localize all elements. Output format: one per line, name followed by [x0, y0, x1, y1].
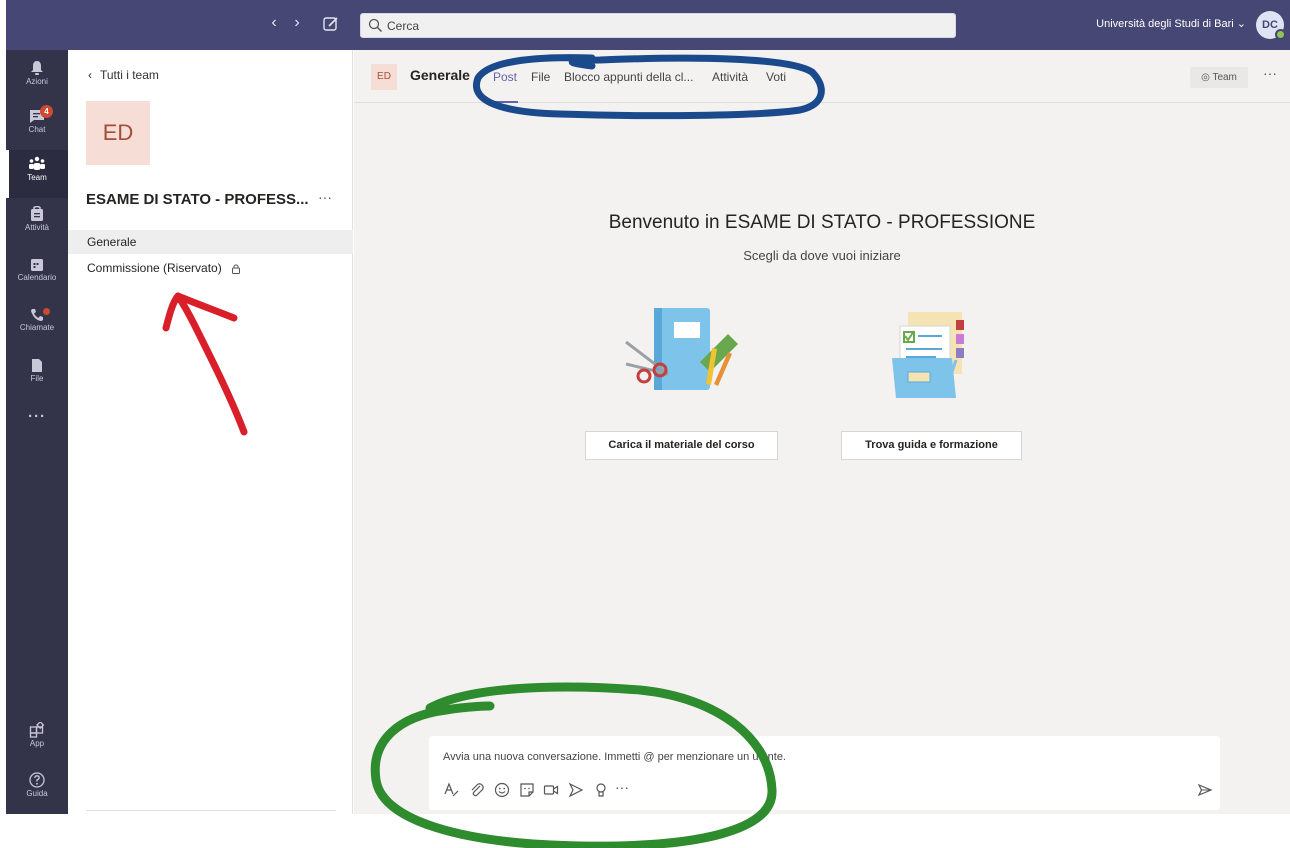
calls-notification-dot	[43, 308, 50, 315]
rail-label: Team	[27, 173, 47, 182]
rail-item-azioni[interactable]: Azioni	[6, 54, 68, 102]
welcome-title: Benvenuto in ESAME DI STATO - PROFESSION…	[608, 212, 1036, 233]
upload-course-material-button[interactable]: Carica il materiale del corso	[585, 431, 778, 460]
rail-item-chat[interactable]: Chat 4	[6, 102, 68, 150]
team-name: ESAME DI STATO - PROFESS...	[86, 191, 309, 208]
channel-commissione[interactable]: Commissione (Riservato)	[68, 256, 353, 280]
chevron-left-icon: ‹	[88, 68, 92, 82]
back-arrow-icon[interactable]: ‹	[265, 14, 283, 34]
rail-label: Calendario	[17, 273, 57, 282]
presence-available-icon	[1275, 29, 1286, 40]
rail-item-calendario[interactable]: Calendario	[6, 252, 68, 300]
tab-file[interactable]: File	[531, 70, 550, 84]
channel-team-avatar: ED	[371, 64, 397, 90]
rail-label: App	[29, 739, 45, 748]
phone-icon	[31, 309, 43, 321]
all-teams-label: Tutti i team	[100, 68, 159, 82]
lock-icon	[232, 264, 241, 275]
user-initials: DC	[1262, 19, 1278, 31]
rail-item-more[interactable]: ···	[6, 408, 68, 436]
rail-label: Attività	[24, 223, 49, 232]
channel-generale[interactable]: Generale	[68, 230, 353, 254]
channel-content: ED Generale Post File Blocco appunti del…	[354, 50, 1290, 814]
sidebar-divider	[86, 810, 336, 811]
apps-icon	[29, 722, 45, 738]
attach-icon[interactable]	[469, 782, 485, 798]
rail-label: Chiamate	[19, 323, 55, 332]
format-icon[interactable]	[443, 782, 459, 798]
rail-item-file[interactable]: File	[6, 352, 68, 400]
find-help-training-button[interactable]: Trova guida e formazione	[841, 431, 1022, 460]
emoji-icon[interactable]	[494, 782, 510, 798]
send-icon[interactable]	[1197, 782, 1213, 798]
rail-label: Guida	[26, 789, 48, 798]
new-conversation-input[interactable]	[443, 748, 1203, 766]
rail-item-team[interactable]: Team	[6, 150, 68, 198]
channel-more-options[interactable]: ···	[1263, 65, 1277, 81]
channel-label: Generale	[87, 235, 137, 249]
compose-box: ···	[429, 736, 1220, 810]
chat-unread-badge: 4	[40, 105, 53, 118]
new-chat-icon[interactable]	[322, 15, 340, 33]
team-button-label: Team	[1212, 72, 1237, 83]
praise-icon[interactable]	[593, 782, 609, 798]
rail-item-chiamate[interactable]: Chiamate	[6, 302, 68, 350]
more-options-icon[interactable]: ···	[615, 779, 631, 795]
meet-now-icon[interactable]	[543, 782, 559, 798]
top-bar: ‹ › Università degli Studi di Bari ⌄ DC	[6, 0, 1290, 50]
assignments-icon	[31, 206, 43, 221]
user-avatar[interactable]: DC	[1256, 11, 1286, 40]
tab-class-notebook[interactable]: Blocco appunti della cl...	[564, 70, 693, 84]
team-more-options[interactable]: ···	[318, 189, 332, 205]
tab-attivita[interactable]: Attività	[712, 70, 748, 84]
organization-switcher[interactable]: Università degli Studi di Bari ⌄	[1096, 17, 1246, 30]
active-tab-indicator	[492, 101, 518, 103]
teams-icon	[29, 156, 45, 170]
help-icon	[29, 772, 45, 788]
all-teams-link[interactable]: ‹ Tutti i team	[88, 68, 159, 82]
tab-voti[interactable]: Voti	[766, 70, 786, 84]
welcome-subtitle: Scegli da dove vuoi iniziare	[743, 248, 901, 263]
file-icon	[32, 359, 42, 372]
search-box[interactable]	[360, 13, 956, 38]
folder-documents-illustration	[892, 312, 964, 398]
team-info-button[interactable]: ◎ Team	[1190, 67, 1248, 88]
channel-header: ED Generale Post File Blocco appunti del…	[354, 50, 1290, 103]
stream-icon[interactable]	[568, 782, 584, 798]
compose-toolbar: ···	[429, 779, 1220, 804]
search-icon	[368, 18, 383, 33]
app-rail: Azioni Chat 4 Team Attività Calendario C…	[6, 50, 68, 814]
bell-icon	[31, 61, 43, 75]
channel-title: Generale	[410, 67, 470, 83]
forward-arrow-icon[interactable]: ›	[288, 14, 306, 34]
rail-item-attivita[interactable]: Attività	[6, 200, 68, 248]
rail-item-app[interactable]: App	[6, 716, 68, 764]
rail-label: File	[30, 374, 44, 383]
teams-window: ‹ › Università degli Studi di Bari ⌄ DC …	[0, 0, 1290, 848]
calendar-icon	[31, 259, 43, 271]
notebook-scissors-illustration	[625, 308, 738, 390]
sticker-icon[interactable]	[519, 782, 535, 798]
rail-label: Azioni	[26, 77, 48, 86]
channel-label: Commissione (Riservato)	[87, 261, 222, 275]
search-input[interactable]	[387, 16, 947, 35]
eye-icon: ◎	[1201, 72, 1210, 83]
team-avatar: ED	[86, 101, 150, 165]
more-icon: ···	[28, 408, 46, 425]
tab-post[interactable]: Post	[493, 70, 517, 84]
rail-label: Chat	[28, 125, 46, 134]
team-sidebar: ‹ Tutti i team ED ESAME DI STATO - PROFES…	[68, 50, 353, 814]
rail-item-guida[interactable]: Guida	[6, 766, 68, 814]
